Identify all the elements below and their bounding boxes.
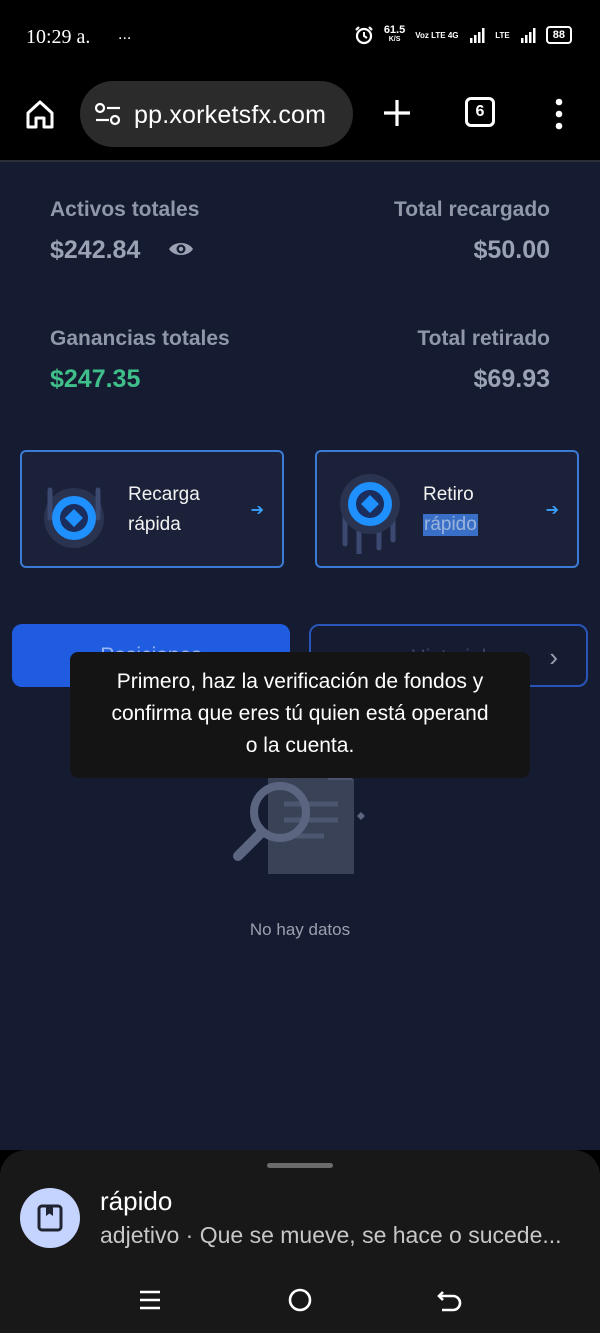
network-speed: 61.5 K/S xyxy=(383,24,406,44)
arrow-right-icon: ➔ xyxy=(545,502,559,519)
total-assets-label: Activos totales xyxy=(50,198,200,221)
system-nav-bar xyxy=(0,1272,600,1333)
total-profit-value: $247.35 xyxy=(50,365,141,393)
network-type-1: Voz LTE 4G xyxy=(415,30,459,40)
battery-indicator: 88 xyxy=(545,26,572,44)
recharge-title-line1: Recarga xyxy=(128,484,200,505)
toast-line-2: confirma que eres tú quien está operand xyxy=(111,702,489,725)
recharge-title-line2: rápida xyxy=(128,514,181,535)
home-circle-icon[interactable] xyxy=(287,1287,313,1313)
total-assets-value: $242.84 xyxy=(50,236,141,264)
tune-icon[interactable] xyxy=(94,102,122,126)
chevron-right-icon: › xyxy=(549,642,558,672)
recent-apps-icon[interactable] xyxy=(138,1288,162,1312)
withdraw-title-line2-selected: rápido xyxy=(423,514,478,536)
network-type-2: LTE xyxy=(495,30,510,40)
total-recharged-value: $50.00 xyxy=(473,236,550,264)
total-withdrawn-value: $69.93 xyxy=(473,365,550,393)
status-bar: 10:29 a. ... 61.5 K/S Voz LTE 4G LTE 88 xyxy=(0,0,600,76)
book-icon xyxy=(37,1204,63,1232)
dictionary-avatar xyxy=(20,1188,80,1248)
status-time: 10:29 a. xyxy=(26,26,91,48)
browser-toolbar: pp.xorketsfx.com 6 xyxy=(0,76,600,160)
address-bar[interactable]: pp.xorketsfx.com xyxy=(80,81,353,147)
arrow-right-icon: ➔ xyxy=(250,502,264,519)
home-icon[interactable] xyxy=(24,98,56,130)
signal-icon-2 xyxy=(520,28,536,43)
total-profit-label: Ganancias totales xyxy=(50,327,230,350)
verification-toast: Primero, haz la verificación de fondos y… xyxy=(70,652,530,778)
toast-line-3: o la cuenta. xyxy=(245,734,355,757)
alarm-icon xyxy=(355,26,373,45)
tab-switcher-button[interactable]: 6 xyxy=(465,97,495,127)
eye-icon[interactable] xyxy=(168,240,194,258)
total-recharged-label: Total recargado xyxy=(394,198,550,221)
status-notification-dots: ... xyxy=(118,26,132,43)
sheet-drag-handle[interactable] xyxy=(267,1163,333,1168)
quick-withdraw-card[interactable]: Retiro rápido ➔ xyxy=(315,450,579,568)
withdraw-coin-icon xyxy=(340,474,400,554)
page-content: Activos totales $242.84 Total recargado … xyxy=(0,160,600,1150)
withdraw-title-line1: Retiro xyxy=(423,484,474,505)
empty-state-text: No hay datos xyxy=(249,920,351,939)
recharge-coin-icon xyxy=(44,487,104,548)
signal-icon xyxy=(470,28,485,43)
total-withdrawn-label: Total retirado xyxy=(417,327,550,350)
definition-text: adjetivo · Que se mueve, se hace o suced… xyxy=(100,1222,562,1248)
status-icons: 61.5 K/S Voz LTE 4G LTE 88 xyxy=(354,25,572,45)
url-text[interactable]: pp.xorketsfx.com xyxy=(134,101,326,130)
definition-word: rápido xyxy=(100,1186,173,1216)
quick-recharge-card[interactable]: Recarga rápida ➔ xyxy=(20,450,284,568)
back-icon[interactable] xyxy=(437,1287,463,1313)
more-vert-icon[interactable] xyxy=(552,98,566,130)
plus-icon[interactable] xyxy=(382,98,412,128)
toast-line-1: Primero, haz la verificación de fondos y xyxy=(116,670,484,693)
